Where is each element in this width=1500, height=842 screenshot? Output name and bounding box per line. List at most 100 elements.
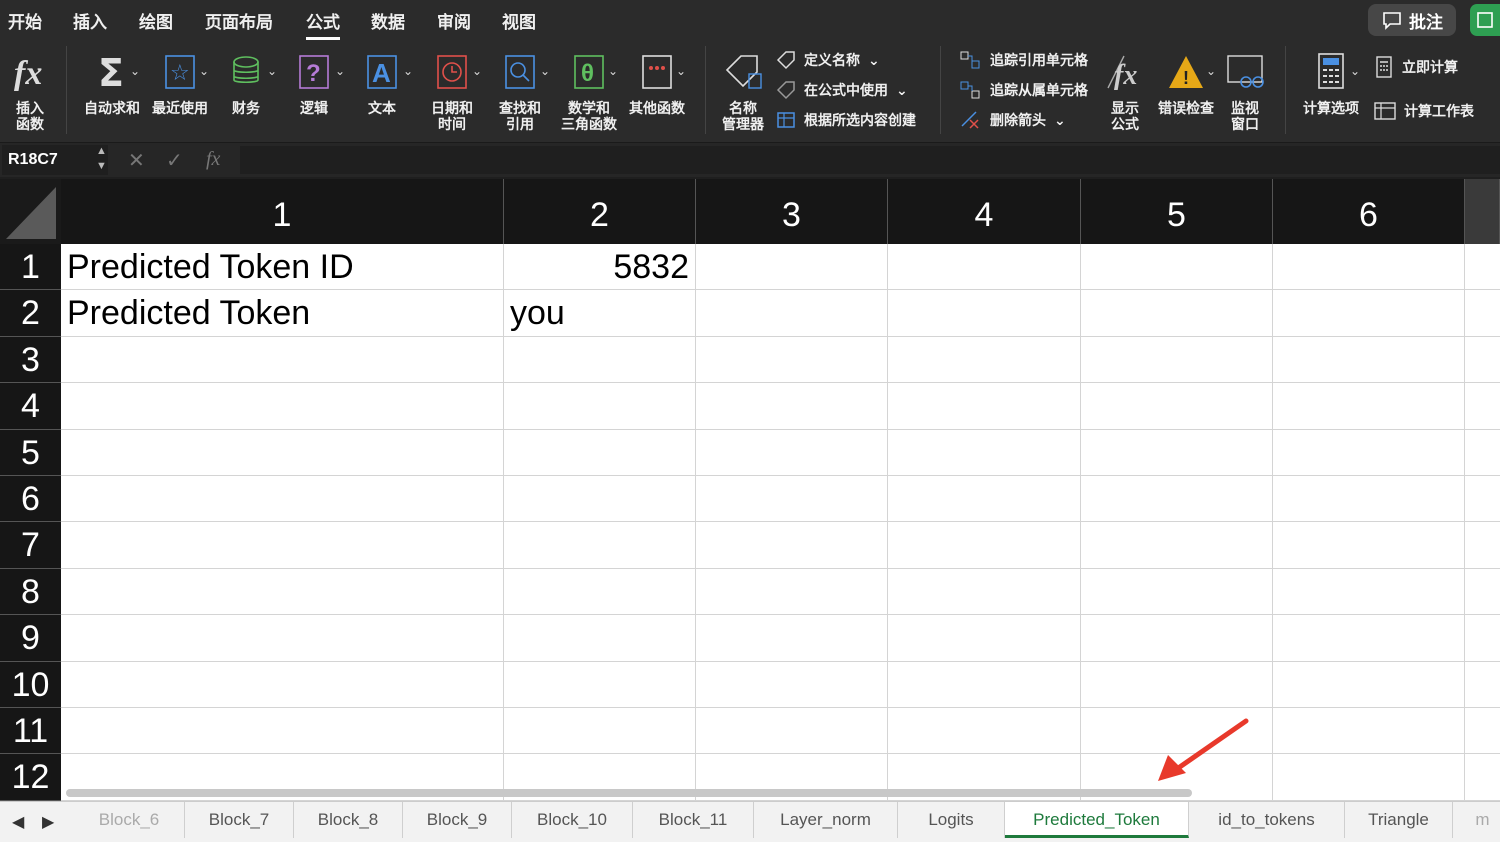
cell[interactable] <box>696 662 888 708</box>
cell[interactable] <box>1465 569 1500 615</box>
cell[interactable] <box>1081 337 1273 383</box>
watch-window-button[interactable]: 监视 窗口 <box>1224 50 1266 132</box>
cell[interactable] <box>1273 522 1465 569</box>
sheet-tab[interactable]: Block_8 <box>294 802 403 838</box>
cell[interactable] <box>61 569 504 615</box>
cell[interactable] <box>888 708 1081 754</box>
cell[interactable] <box>696 383 888 430</box>
chevron-down-icon[interactable]: ⌄ <box>335 64 345 78</box>
tab-view[interactable]: 视图 <box>502 8 536 33</box>
tab-data[interactable]: 数据 <box>371 8 405 33</box>
cell[interactable] <box>1465 708 1500 754</box>
cell[interactable]: Predicted Token ID <box>61 244 504 290</box>
cell[interactable] <box>1465 476 1500 522</box>
cell[interactable] <box>696 569 888 615</box>
cell[interactable] <box>888 430 1081 476</box>
sheet-tab[interactable]: Block_9 <box>403 802 512 838</box>
column-header[interactable]: 3 <box>696 179 888 244</box>
row-header[interactable]: 10 <box>0 662 61 708</box>
row-header[interactable]: 9 <box>0 615 61 662</box>
cell[interactable] <box>1081 569 1273 615</box>
cell[interactable] <box>61 615 504 662</box>
cell[interactable] <box>504 522 696 569</box>
cell[interactable] <box>1273 383 1465 430</box>
cell[interactable] <box>1465 615 1500 662</box>
cell[interactable] <box>888 337 1081 383</box>
cell[interactable] <box>1081 476 1273 522</box>
cell[interactable] <box>696 430 888 476</box>
cell[interactable] <box>1081 662 1273 708</box>
sheet-tab[interactable]: Block_10 <box>512 802 633 838</box>
cell[interactable] <box>696 476 888 522</box>
row-header[interactable]: 5 <box>0 430 61 476</box>
cell[interactable] <box>696 615 888 662</box>
confirm-icon[interactable]: ✓ <box>166 148 183 173</box>
name-box[interactable]: R18C7 <box>2 145 108 175</box>
sheet-tab[interactable]: Triangle <box>1345 802 1453 838</box>
cell[interactable] <box>1273 708 1465 754</box>
cancel-icon[interactable]: ✕ <box>128 148 145 173</box>
column-header[interactable]: 5 <box>1081 179 1273 244</box>
calc-sheet-button[interactable]: 计算工作表 <box>1374 100 1474 122</box>
cell[interactable] <box>888 476 1081 522</box>
cell[interactable] <box>1465 337 1500 383</box>
show-formulas-button[interactable]: fx 显示 公式 <box>1104 50 1146 132</box>
cell[interactable] <box>504 708 696 754</box>
cell[interactable] <box>1273 290 1465 337</box>
cell[interactable] <box>61 383 504 430</box>
autosum-button[interactable]: Σ 自动求和 <box>82 50 142 116</box>
tab-draw[interactable]: 绘图 <box>139 8 173 33</box>
cell[interactable] <box>696 522 888 569</box>
cell[interactable] <box>504 337 696 383</box>
row-header[interactable]: 7 <box>0 522 61 569</box>
sheet-tab-active[interactable]: Predicted_Token <box>1005 802 1189 838</box>
select-all-corner[interactable] <box>0 179 61 244</box>
sheet-tab[interactable]: id_to_tokens <box>1189 802 1345 838</box>
cell[interactable] <box>1273 662 1465 708</box>
cell[interactable] <box>888 615 1081 662</box>
sheet-tab[interactable]: m <box>1453 802 1500 838</box>
tab-insert[interactable]: 插入 <box>73 8 107 33</box>
cell[interactable] <box>1465 244 1500 290</box>
datetime-button[interactable]: 日期和 时间 <box>426 50 478 132</box>
name-manager-button[interactable]: 名称 管理器 <box>718 50 768 132</box>
cell[interactable] <box>696 244 888 290</box>
column-header[interactable]: 2 <box>504 179 696 244</box>
cell[interactable] <box>888 569 1081 615</box>
cell[interactable] <box>1273 430 1465 476</box>
prev-sheet-icon[interactable]: ◀ <box>12 812 24 832</box>
cell[interactable] <box>61 708 504 754</box>
cell[interactable] <box>504 476 696 522</box>
cell[interactable] <box>1465 383 1500 430</box>
cell[interactable] <box>61 337 504 383</box>
cell[interactable] <box>1273 615 1465 662</box>
cell[interactable] <box>1273 569 1465 615</box>
comment-button[interactable]: 批注 <box>1368 4 1456 36</box>
more-functions-button[interactable]: 其他函数 <box>626 50 688 116</box>
tab-home[interactable]: 开始 <box>8 8 42 33</box>
math-trig-button[interactable]: θ 数学和 三角函数 <box>558 50 620 132</box>
sheet-tab[interactable]: Layer_norm <box>754 802 898 838</box>
tab-page-layout[interactable]: 页面布局 <box>205 8 273 33</box>
cell[interactable] <box>888 662 1081 708</box>
row-header[interactable]: 8 <box>0 569 61 615</box>
cell[interactable] <box>1465 754 1500 801</box>
chevron-down-icon[interactable]: ⌄ <box>403 64 413 78</box>
insert-function-button[interactable]: fx 插入 函数 <box>6 50 54 132</box>
cell[interactable] <box>1273 754 1465 801</box>
cell[interactable] <box>504 383 696 430</box>
chevron-down-icon[interactable]: ⌄ <box>199 64 209 78</box>
row-header[interactable]: 12 <box>0 754 61 801</box>
column-header[interactable]: 4 <box>888 179 1081 244</box>
cell[interactable] <box>1273 337 1465 383</box>
chevron-down-icon[interactable]: ⌄ <box>130 64 140 78</box>
cell[interactable] <box>504 569 696 615</box>
cell[interactable] <box>504 615 696 662</box>
share-button[interactable] <box>1470 4 1500 36</box>
chevron-down-icon[interactable]: ⌄ <box>540 64 550 78</box>
remove-arrows-button[interactable]: 删除箭头 ⌄ <box>960 110 1066 130</box>
chevron-down-icon[interactable]: ⌄ <box>608 64 618 78</box>
row-header[interactable]: 1 <box>0 244 61 290</box>
cell[interactable] <box>1465 522 1500 569</box>
chevron-down-icon[interactable]: ⌄ <box>472 64 482 78</box>
